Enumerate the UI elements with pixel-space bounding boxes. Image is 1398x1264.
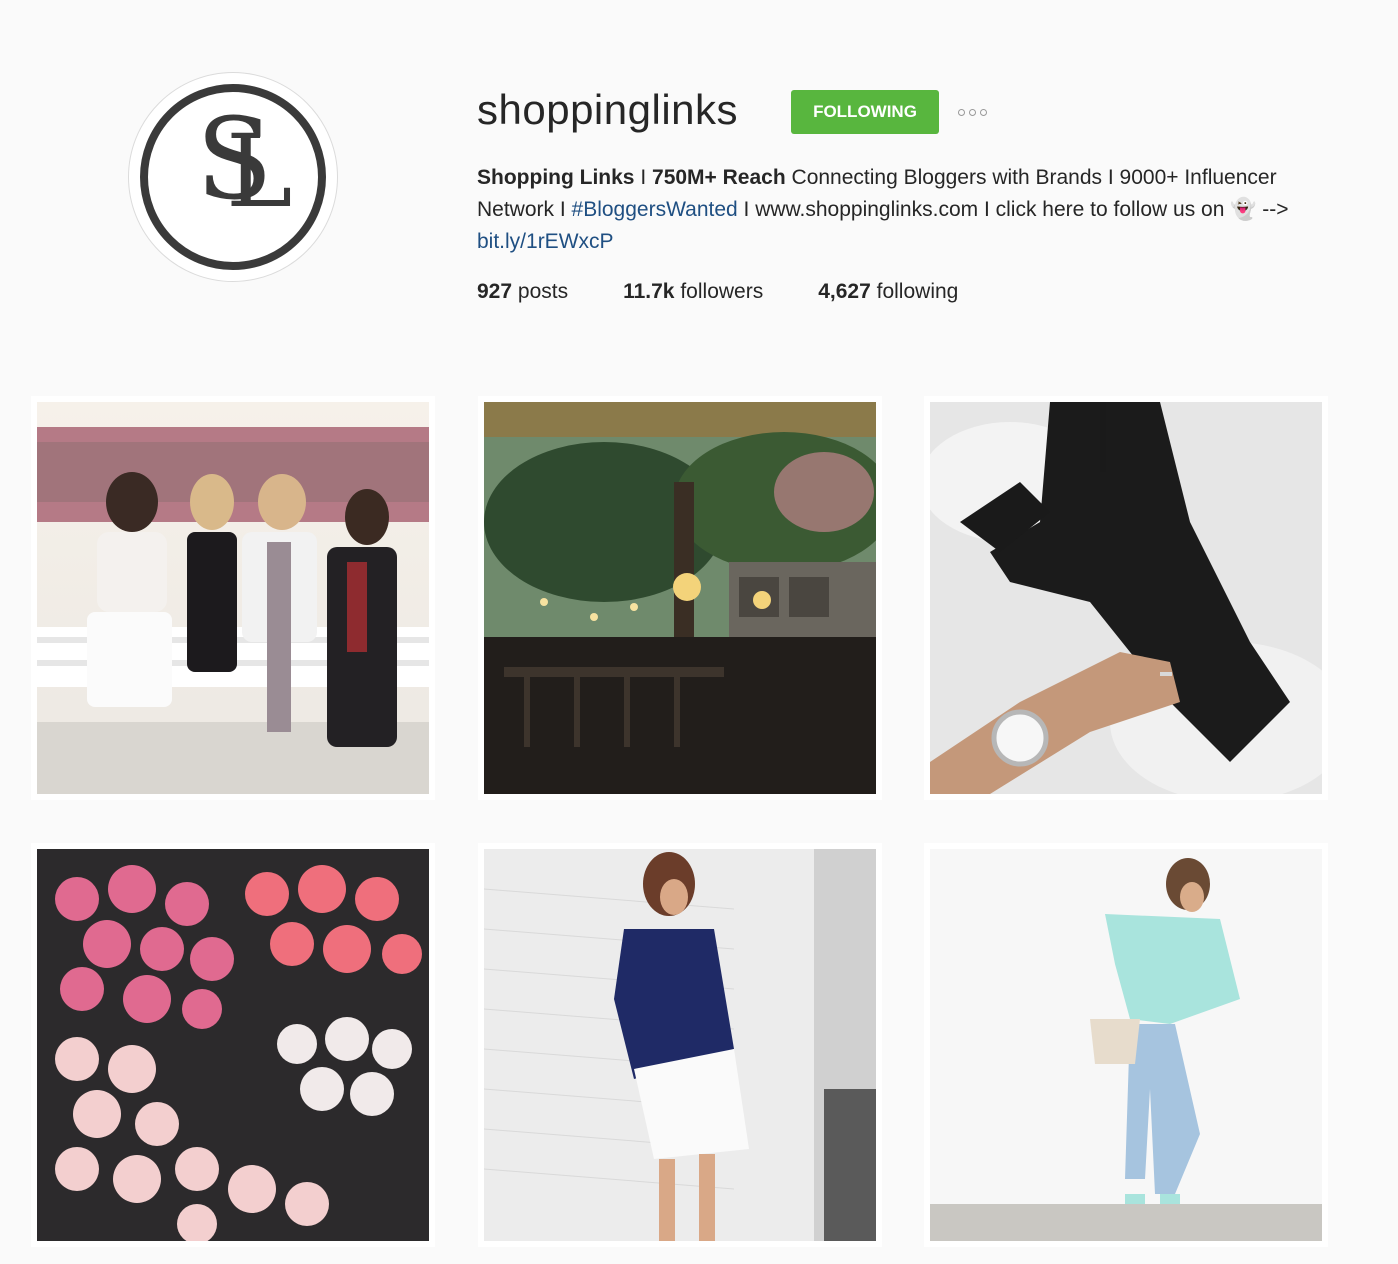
- bio-reach: 750M+ Reach: [652, 166, 786, 189]
- pink-roses-bouquets-photo: [37, 849, 429, 1241]
- four-women-festival-photo: [37, 402, 429, 794]
- woman-navy-shirt-white-skirt-photo: [484, 849, 876, 1241]
- profile-username: shoppinglinks: [477, 86, 739, 133]
- profile-avatar[interactable]: S L: [128, 72, 338, 282]
- bio-text-2: I www.shoppinglinks.com I click here to …: [737, 198, 1231, 221]
- post-tile[interactable]: [31, 843, 435, 1247]
- profile-stats: 927 posts 11.7k followers 4,627 followin…: [477, 280, 1013, 304]
- ellipsis-icon[interactable]: [958, 104, 996, 120]
- profile-bio: Shopping Links I 750M+ Reach Connecting …: [477, 162, 1327, 258]
- bio-name: Shopping Links: [477, 166, 635, 189]
- followers-count: 11.7k: [623, 280, 675, 303]
- avatar-letter-l: L: [226, 113, 293, 230]
- following-count: 4,627: [818, 280, 871, 303]
- post-tile[interactable]: [31, 396, 435, 800]
- post-tile[interactable]: [478, 396, 882, 800]
- bio-external-link[interactable]: bit.ly/1rEWxcP: [477, 230, 614, 253]
- hashtag-link[interactable]: #BloggersWanted: [572, 198, 738, 221]
- followers-label: followers: [680, 280, 764, 303]
- following-label: following: [876, 280, 959, 303]
- posts-count: 927: [477, 280, 513, 303]
- dot-icon: [958, 108, 965, 116]
- woman-mint-blouse-jeans-photo: [930, 849, 1322, 1241]
- post-tile[interactable]: [478, 843, 882, 1247]
- dot-icon: [980, 108, 987, 116]
- bio-arrow: -->: [1256, 198, 1289, 221]
- avatar-ring: S L: [140, 84, 326, 270]
- following-button[interactable]: FOLLOWING: [791, 90, 939, 134]
- posts-stat: 927 posts: [477, 280, 568, 304]
- black-lace-up-heels-watch-photo: [930, 402, 1322, 794]
- post-tile[interactable]: [924, 396, 1328, 800]
- bio-separator: I: [634, 166, 653, 189]
- restaurant-patio-chandelier-photo: [484, 402, 876, 794]
- followers-stat[interactable]: 11.7k followers: [623, 280, 763, 304]
- dot-icon: [969, 108, 976, 116]
- post-tile[interactable]: [924, 843, 1328, 1247]
- posts-label: posts: [517, 280, 569, 303]
- following-stat[interactable]: 4,627 following: [818, 280, 958, 304]
- ghost-emoji-icon: 👻: [1230, 198, 1257, 221]
